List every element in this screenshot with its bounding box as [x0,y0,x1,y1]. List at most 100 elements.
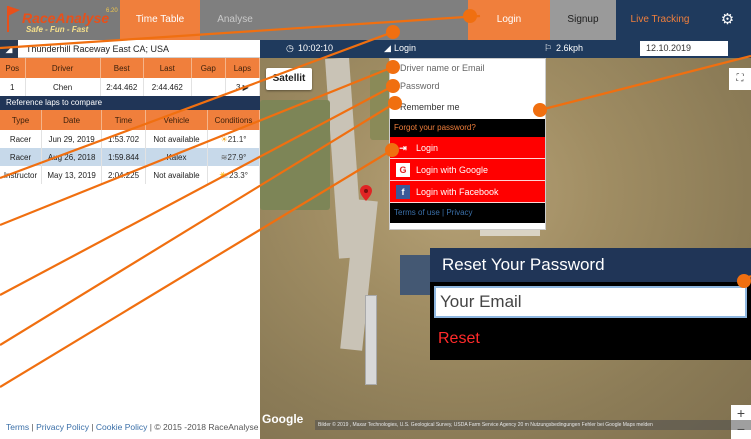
copyright: © 2015 -2018 RaceAnalyse [154,422,259,432]
cell-type: Instructor [0,166,43,184]
login-google-button[interactable]: G Login with Google [390,159,545,181]
zoom-in-button[interactable]: + [731,405,751,421]
facebook-icon: f [396,184,410,199]
login-icon: ⇥ [399,142,407,153]
play-icon[interactable]: ▶ [240,83,249,92]
gear-icon: ⚙ [720,11,735,28]
footer: Terms | Privacy Policy | Cookie Policy |… [0,415,260,439]
google-button-label: Login with Google [416,164,489,175]
cell-pos: 1 [0,78,26,96]
reference-table: Type Date Time Vehicle Conditions Racer … [0,110,260,184]
password-input[interactable]: Password [390,77,545,95]
top-nav-bar: RaceAnalyse 6.20 Safe - Fun - Fast Time … [0,0,751,40]
reference-header-row: Type Date Time Vehicle Conditions [0,110,260,130]
col-gap[interactable]: Gap [191,58,226,78]
google-logo: Google [262,412,304,426]
sun-icon: ☀ [220,134,228,144]
col-laps[interactable]: Laps [225,58,261,78]
clock-time: 10:02:10 [298,43,334,53]
reset-password-dialog: Reset Your Password Your Email Reset [430,248,751,360]
google-icon: G [396,162,410,177]
wind-icon: ≋ [220,152,228,162]
table-row[interactable]: 1 Chen 2:44.462 2:44.462 3 ▶ [0,78,261,96]
col-best[interactable]: Best [100,58,144,78]
privacy-link[interactable]: Privacy Policy [36,422,89,432]
cell-time: 2:04.225 [101,166,146,184]
login-dropdown: Driver name or Email Password Remember m… [389,58,546,230]
col-last[interactable]: Last [143,58,192,78]
brand-logo[interactable]: RaceAnalyse 6.20 Safe - Fun - Fast [0,0,120,40]
tab-signup[interactable]: Signup [550,0,616,40]
privacy-link[interactable]: Privacy [446,208,472,217]
fullscreen-button[interactable]: ⛶ [729,68,751,90]
col-driver[interactable]: Driver [25,58,101,78]
map-building [365,295,377,385]
flag-logo-icon [7,6,20,32]
map-attribution: Bilder © 2019 , Maxar Technologies, U.S.… [315,420,751,430]
map-field [260,100,330,210]
col-type[interactable]: Type [0,110,43,130]
speed-icon: ⚐ [544,43,553,53]
temperature: 23.3° [229,170,248,180]
terms-of-use-link[interactable]: Terms of use [394,208,440,217]
cell-conditions: ☀21.1° [207,130,260,148]
terms-link[interactable]: Terms [6,422,29,432]
map-pin-icon[interactable] [360,185,372,201]
clock-icon: ◷ [286,43,294,53]
table-row[interactable]: Racer Aug 26, 2018 1:59.844 Kalex ≋27.9° [0,148,260,166]
map-road [480,230,540,236]
cell-time: 1:59.844 [101,148,146,166]
map-status-bar: ◷ 10:02:10 ◢ Login ⚐ 2.6kph 12.10.2019 [260,40,751,58]
cell-gap [191,78,226,96]
temperature: 27.9° [227,152,247,162]
cell-conditions: ≋27.9° [207,148,260,166]
brand-name: RaceAnalyse [22,10,110,26]
brand-version: 6.20 [106,8,118,14]
cell-best: 2:44.462 [100,78,144,96]
cookie-link[interactable]: Cookie Policy [96,422,148,432]
timing-header-row: Pos Driver Best Last Gap Laps [0,58,261,78]
col-conditions[interactable]: Conditions [207,110,260,130]
cell-date: May 13, 2019 [41,166,103,184]
timetable-panel: ◢ Thunderhill Raceway East CA; USA Pos D… [0,39,261,439]
reset-email-input[interactable]: Your Email [434,286,747,318]
tab-login[interactable]: Login [468,0,550,40]
table-row[interactable]: Racer Jun 29, 2019 1:53.702 Not availabl… [0,130,260,148]
col-date[interactable]: Date [41,110,103,130]
reference-caption: Reference laps to compare [0,96,260,110]
facebook-button-label: Login with Facebook [416,186,499,197]
timing-table: Pos Driver Best Last Gap Laps 1 Chen 2:4… [0,58,261,96]
username-input[interactable]: Driver name or Email [390,59,545,77]
cell-type: Racer [0,148,43,166]
cell-driver: Chen [25,78,101,96]
settings-button[interactable]: ⚙ [704,0,751,40]
map-type-satellite-button[interactable]: Satellit [266,68,312,90]
login-button-label: Login [416,142,439,153]
car-icon: ◢ [384,43,391,53]
cell-date: Aug 26, 2018 [41,148,103,166]
reset-button[interactable]: Reset [438,326,480,352]
login-button[interactable]: ⇥ Login [390,137,545,159]
tab-live-tracking[interactable]: Live Tracking [616,0,704,40]
remember-me-checkbox[interactable]: Remember me [390,95,545,119]
table-row[interactable]: Instructor May 13, 2019 2:04.225 Not ava… [0,166,260,184]
app-root: RaceAnalyse 6.20 Safe - Fun - Fast Time … [0,0,751,439]
tab-timetable[interactable]: Time Table [120,0,200,40]
forgot-password-link[interactable]: Forgot your password? [390,119,545,137]
cell-vehicle: Kalex [145,148,209,166]
cell-vehicle: Not available [145,130,209,148]
col-time[interactable]: Time [101,110,146,130]
cell-conditions: ⛅23.3° [207,166,260,184]
col-pos[interactable]: Pos [0,58,26,78]
track-name: Thunderhill Raceway East CA; USA [26,43,170,54]
speed-value: 2.6kph [556,43,584,53]
track-selector[interactable]: ◢ Thunderhill Raceway East CA; USA [0,39,260,58]
col-vehicle[interactable]: Vehicle [145,110,209,130]
date-field[interactable]: 12.10.2019 [640,41,728,56]
login-facebook-button[interactable]: f Login with Facebook [390,181,545,203]
reset-title: Reset Your Password [430,248,751,282]
track-icon: ◢ [0,39,18,58]
fullscreen-icon: ⛶ [736,73,744,84]
cell-type: Racer [0,130,43,148]
tab-analyse[interactable]: Analyse [200,0,270,40]
